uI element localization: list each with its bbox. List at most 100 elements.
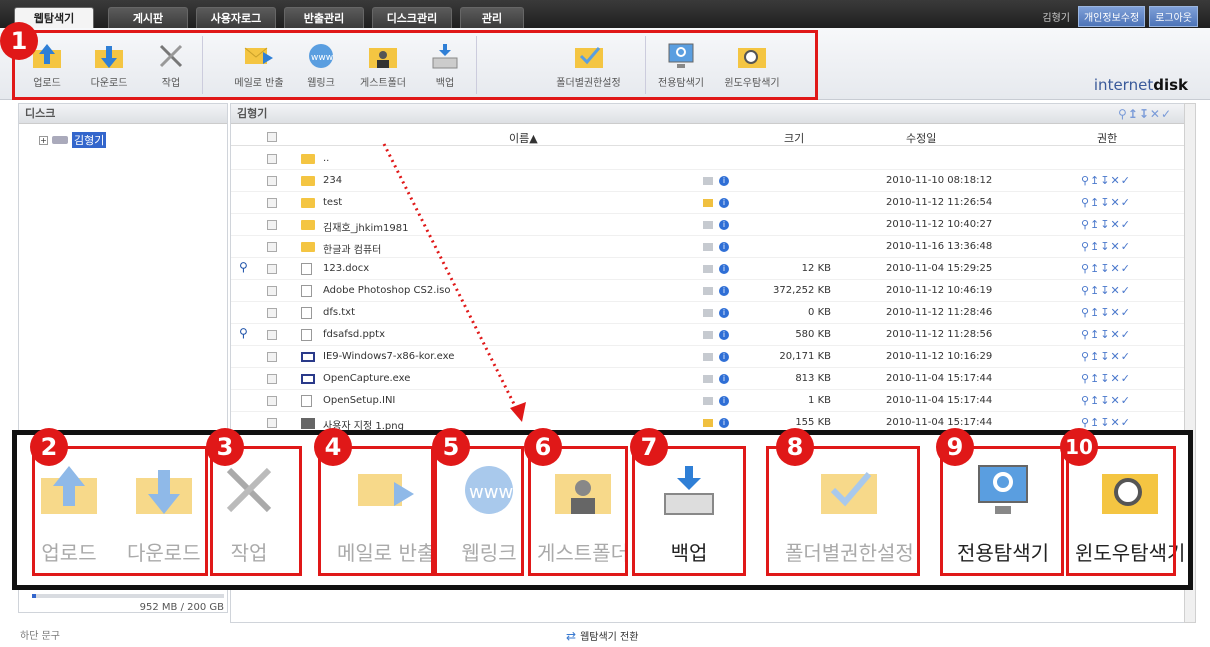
info-icon[interactable]: i <box>719 330 729 340</box>
tab-disk-mgmt[interactable]: 디스크관리 <box>372 7 452 28</box>
share-status-icon[interactable] <box>703 309 713 317</box>
download-button[interactable]: 다운로드 <box>78 36 140 94</box>
row-permission-icons[interactable]: ⚲↥↧✕✓ <box>1081 196 1131 209</box>
table-row[interactable]: .. <box>231 148 1186 170</box>
file-name[interactable]: test <box>323 197 342 208</box>
dedicated-explorer-button[interactable]: 전용탐색기 <box>650 36 712 94</box>
file-name[interactable]: 김재호_jhkim1981 <box>323 219 408 234</box>
share-status-icon[interactable] <box>703 331 713 339</box>
row-checkbox[interactable] <box>267 418 277 428</box>
table-row[interactable]: Adobe Photoshop CS2.iso i 372,252 KB 2010-1… <box>231 280 1186 302</box>
header-permission-icons[interactable]: ⚲↥↧✕✓ <box>1118 104 1172 124</box>
expand-icon[interactable]: + <box>39 135 48 145</box>
share-status-icon[interactable] <box>703 419 713 427</box>
row-permission-icons[interactable]: ⚲↥↧✕✓ <box>1081 174 1131 187</box>
share-status-icon[interactable] <box>703 375 713 383</box>
share-status-icon[interactable] <box>703 221 713 229</box>
share-status-icon[interactable] <box>703 199 713 207</box>
table-row[interactable]: dfs.txt i 0 KB 2010-11-12 11:28:46 ⚲↥↧✕✓ <box>231 302 1186 324</box>
table-row[interactable]: ⚲ fdsafsd.pptx i 580 KB 2010-11-12 11:28:56 ⚲… <box>231 324 1186 346</box>
column-modified[interactable]: 수정일 <box>906 130 936 146</box>
column-name[interactable]: 이름▲ <box>509 130 538 146</box>
folder-permission-button[interactable]: 폴더별권한설정 <box>539 36 639 94</box>
share-status-icon[interactable] <box>703 265 713 273</box>
info-icon[interactable]: i <box>719 220 729 230</box>
row-checkbox[interactable] <box>267 264 277 274</box>
row-permission-icons[interactable]: ⚲↥↧✕✓ <box>1081 240 1131 253</box>
info-icon[interactable]: i <box>719 264 729 274</box>
row-permission-icons[interactable]: ⚲↥↧✕✓ <box>1081 394 1131 407</box>
row-checkbox[interactable] <box>267 198 277 208</box>
file-name[interactable]: .. <box>323 153 329 164</box>
table-row[interactable]: test i 2010-11-12 11:26:54 ⚲↥↧✕✓ <box>231 192 1186 214</box>
info-icon[interactable]: i <box>719 176 729 186</box>
row-permission-icons[interactable]: ⚲↥↧✕✓ <box>1081 218 1131 231</box>
file-name[interactable]: OpenCapture.exe <box>323 373 410 384</box>
info-icon[interactable]: i <box>719 352 729 362</box>
logout-button[interactable]: 로그아웃 <box>1149 6 1198 27</box>
work-button[interactable]: 작업 <box>140 36 202 94</box>
select-all-checkbox[interactable] <box>267 132 277 142</box>
windows-explorer-button[interactable]: 윈도우탐색기 <box>712 36 792 94</box>
share-status-icon[interactable] <box>703 177 713 185</box>
file-name[interactable]: 한글과 컴퓨터 <box>323 241 381 256</box>
row-checkbox[interactable] <box>267 286 277 296</box>
file-name[interactable]: 123.docx <box>323 263 369 274</box>
info-icon[interactable]: i <box>719 198 729 208</box>
preview-icon[interactable]: ⚲ <box>239 326 248 340</box>
row-checkbox[interactable] <box>267 308 277 318</box>
backup-button[interactable]: 백업 <box>414 36 476 94</box>
share-status-icon[interactable] <box>703 287 713 295</box>
share-status-icon[interactable] <box>703 243 713 251</box>
share-status-icon[interactable] <box>703 353 713 361</box>
table-row[interactable]: 김재호_jhkim1981 i 2010-11-12 10:40:27 ⚲↥↧✕✓ <box>231 214 1186 236</box>
file-name[interactable]: Adobe Photoshop CS2.iso <box>323 285 451 296</box>
table-row[interactable]: IE9-Windows7-x86-kor.exe i 20,171 KB 2010-1… <box>231 346 1186 368</box>
tab-export-mgmt[interactable]: 반출관리 <box>284 7 364 28</box>
info-icon[interactable]: i <box>719 396 729 406</box>
preview-icon[interactable]: ⚲ <box>239 260 248 274</box>
table-row[interactable]: OpenCapture.exe i 813 KB 2010-11-04 15:17:4… <box>231 368 1186 390</box>
row-checkbox[interactable] <box>267 396 277 406</box>
tree-root[interactable]: + 김형기 <box>19 124 227 148</box>
table-row[interactable]: 한글과 컴퓨터 i 2010-11-16 13:36:48 ⚲↥↧✕✓ <box>231 236 1186 258</box>
file-name[interactable]: IE9-Windows7-x86-kor.exe <box>323 351 454 362</box>
row-checkbox[interactable] <box>267 154 277 164</box>
row-permission-icons[interactable]: ⚲↥↧✕✓ <box>1081 262 1131 275</box>
share-status-icon[interactable] <box>703 397 713 405</box>
info-icon[interactable]: i <box>719 286 729 296</box>
profile-edit-button[interactable]: 개인정보수정 <box>1077 6 1146 27</box>
row-checkbox[interactable] <box>267 352 277 362</box>
row-checkbox[interactable] <box>267 330 277 340</box>
mail-export-button[interactable]: 메일로 반출 <box>228 36 290 94</box>
table-row[interactable]: ⚲ 123.docx i 12 KB 2010-11-04 15:29:25 ⚲↥↧✕✓ <box>231 258 1186 280</box>
info-icon[interactable]: i <box>719 242 729 252</box>
info-icon[interactable]: i <box>719 418 729 428</box>
file-name[interactable]: 234 <box>323 175 342 186</box>
row-permission-icons[interactable]: ⚲↥↧✕✓ <box>1081 306 1131 319</box>
row-checkbox[interactable] <box>267 374 277 384</box>
row-permission-icons[interactable]: ⚲↥↧✕✓ <box>1081 416 1131 429</box>
tab-user-log[interactable]: 사용자로그 <box>196 7 276 28</box>
file-name[interactable]: dfs.txt <box>323 307 355 318</box>
row-permission-icons[interactable]: ⚲↥↧✕✓ <box>1081 350 1131 363</box>
tab-admin[interactable]: 관리 <box>460 7 524 28</box>
file-name[interactable]: fdsafsd.pptx <box>323 329 385 340</box>
file-name[interactable]: OpenSetup.INI <box>323 395 395 406</box>
row-checkbox[interactable] <box>267 176 277 186</box>
table-row[interactable]: 234 i 2010-11-10 08:18:12 ⚲↥↧✕✓ <box>231 170 1186 192</box>
tab-board[interactable]: 게시판 <box>108 7 188 28</box>
row-permission-icons[interactable]: ⚲↥↧✕✓ <box>1081 372 1131 385</box>
info-icon[interactable]: i <box>719 374 729 384</box>
row-checkbox[interactable] <box>267 220 277 230</box>
row-permission-icons[interactable]: ⚲↥↧✕✓ <box>1081 328 1131 341</box>
table-row[interactable]: OpenSetup.INI i 1 KB 2010-11-04 15:17:44 ⚲↥↧… <box>231 390 1186 412</box>
column-size[interactable]: 크기 <box>784 130 804 146</box>
info-icon[interactable]: i <box>719 308 729 318</box>
explorer-switch-link[interactable]: ⇄ 웹탐색기 전환 <box>566 628 638 644</box>
weblink-button[interactable]: www 웹링크 <box>290 36 352 94</box>
row-permission-icons[interactable]: ⚲↥↧✕✓ <box>1081 284 1131 297</box>
guest-folder-button[interactable]: 게스트폴더 <box>352 36 414 94</box>
row-checkbox[interactable] <box>267 242 277 252</box>
tree-root-label[interactable]: 김형기 <box>72 132 107 148</box>
